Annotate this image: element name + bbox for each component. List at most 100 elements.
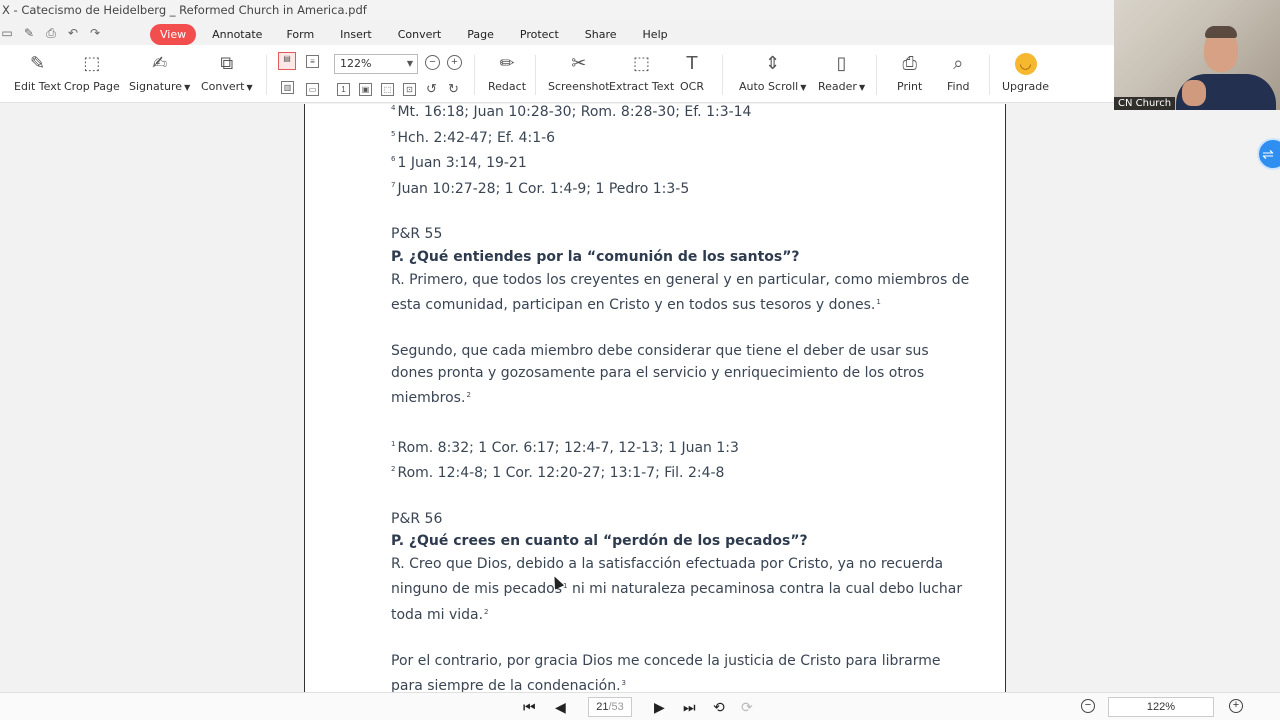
fit-width-icon[interactable]: ⬚ [381,83,394,96]
two-page-view-icon[interactable]: ▥ [281,81,294,94]
webcam-label: CN Church [1114,97,1176,110]
footnote-line: 61 Juan 3:14, 19-21 [391,155,527,171]
print-icon: ⎙ [902,53,917,74]
tab-convert[interactable]: Convert [398,24,442,45]
next-page-icon[interactable]: ▶ [654,699,665,715]
redo-icon[interactable]: ↷ [88,26,102,40]
tab-insert[interactable]: Insert [340,24,372,45]
print-button[interactable]: ⎙ Print [897,53,922,93]
tab-help[interactable]: Help [643,24,668,45]
zoom-select[interactable]: 122% ▼ [334,54,418,74]
single-page-view-icon[interactable]: ▤ [278,52,296,70]
open-icon[interactable]: ▭ [0,26,14,40]
page-break-icon[interactable]: ▭ [306,83,319,96]
tab-annotate[interactable]: Annotate [212,24,262,45]
document-viewport[interactable]: 4 Mt. 16:18; Juan 10:28-30; Rom. 8:28-30;… [0,104,1280,692]
paragraph-line: miembros.2 [391,390,471,406]
divider [266,55,267,95]
crop-page-icon: ⬚ [83,53,101,74]
zoom-level-input[interactable]: 122% [1108,697,1214,717]
paragraph-line: para siempre de la condenación.3 [391,678,626,692]
question-text: P. ¿Qué crees en cuanto al “perdón de lo… [391,533,808,549]
chevron-down-icon: ▼ [406,59,413,68]
page-number-input[interactable]: 21/53 [588,697,632,717]
pdf-reader-window: X - Catecismo de Heidelberg _ Reformed C… [0,0,1280,720]
ocr-button[interactable]: T OCR [680,53,704,93]
divider [989,55,990,95]
ribbon-toolbar: ✎ Edit Text ⬚ Crop Page ✍ Signature ▼ ⧉ C… [0,45,1114,103]
chevron-down-icon: ▼ [184,83,191,92]
answer-line: R. Creo que Dios, debido a la satisfacci… [391,556,944,572]
zoom-in-icon[interactable]: + [1229,699,1243,713]
chevron-down-icon: ▼ [858,83,866,92]
fit-page-icon[interactable]: ▣ [359,83,372,96]
footnote-line: 1 Rom. 8:32; 1 Cor. 6:17; 12:4-7, 12-13; … [391,440,739,456]
zoom-out-icon[interactable]: − [425,55,440,70]
tab-page[interactable]: Page [467,24,494,45]
question-text: P. ¿Qué entiendes por la “comunión de lo… [391,249,800,265]
extract-text-button[interactable]: ⬚ Extract Text [609,53,674,93]
next-view-icon[interactable]: ⟳ [741,699,753,715]
window-title: X - Catecismo de Heidelberg _ Reformed C… [0,0,1114,20]
status-bar: ⏮ ◀ 21/53 ▶ ⏭ ⟲ ⟳ − 122% + [0,692,1280,720]
tab-protect[interactable]: Protect [520,24,559,45]
tab-form[interactable]: Form [286,24,314,45]
convert-button[interactable]: ⧉ Convert ▼ [201,53,253,93]
paragraph-line: Segundo, que cada miembro debe considera… [391,343,929,359]
auto-scroll-button[interactable]: ⇕ Auto Scroll ▼ [739,53,806,93]
previous-view-icon[interactable]: ⟲ [713,699,725,715]
chevron-down-icon: ▼ [246,83,253,92]
upgrade-button[interactable]: ◡ Upgrade [1002,53,1049,93]
footnote-line: 5 Hch. 2:42-47; Ef. 4:1-6 [391,130,556,146]
answer-line: R. Primero, que todos los creyentes en g… [391,272,970,288]
redact-icon: ✏ [499,53,515,74]
footnote-line: 7 Juan 10:27-28; 1 Cor. 1:4-9; 1 Pedro 1:… [391,181,690,197]
signature-button[interactable]: ✍ Signature ▼ [129,53,190,93]
answer-line: toda mi vida.2 [391,607,489,623]
auto-scroll-icon: ⇕ [765,53,781,74]
undo-icon[interactable]: ↶ [66,26,80,40]
divider [535,55,536,95]
answer-line: ninguno de mis pecados1 ni mi naturaleza… [391,581,963,597]
previous-page-icon[interactable]: ◀ [555,699,566,715]
tab-view[interactable]: View [150,23,197,45]
first-page-icon[interactable]: ⏮ [523,699,536,715]
zoom-out-icon[interactable]: − [1081,699,1095,713]
zoom-in-icon[interactable]: + [447,55,462,70]
actual-size-icon[interactable]: 1 [337,83,350,96]
screenshot-button[interactable]: ✂ Screenshot [548,53,610,93]
paragraph-line: dones pronta y gozosamente para el servi… [391,365,925,381]
last-page-icon[interactable]: ⏭ [683,699,696,715]
reader-icon: ▯ [836,53,847,74]
footnote-line: 4 Mt. 16:18; Juan 10:28-30; Rom. 8:28-30;… [391,104,752,120]
print-quick-icon[interactable]: ⎙ [44,26,58,40]
upgrade-icon: ◡ [1014,53,1037,75]
find-icon: ⌕ [953,53,964,74]
divider [722,55,723,95]
redact-button[interactable]: ✏ Redact [488,53,526,93]
chevron-down-icon: ▼ [800,83,807,92]
fit-visible-icon[interactable]: ⊡ [403,83,416,96]
menu-bar: View Annotate Form Insert Convert Page P… [150,23,668,45]
save-icon[interactable]: ✎ [22,26,36,40]
crop-page-button[interactable]: ⬚ Crop Page [64,53,120,93]
quick-access-toolbar: ▭ ✎ ⎙ ↶ ↷ [0,24,102,42]
rotate-left-icon[interactable]: ↺ [425,82,438,96]
ocr-icon: T [686,53,698,74]
pdf-page: 4 Mt. 16:18; Juan 10:28-30; Rom. 8:28-30;… [304,104,1006,692]
reader-button[interactable]: ▯ Reader ▼ [818,53,865,93]
rotate-right-icon[interactable]: ↻ [447,82,460,96]
tab-share[interactable]: Share [585,24,617,45]
convert-icon: ⧉ [220,53,234,74]
signature-icon: ✍ [152,53,168,74]
edit-text-icon: ✎ [29,53,46,74]
section-heading: P&R 55 [391,226,443,242]
divider [876,55,877,95]
divider [474,55,475,95]
find-button[interactable]: ⌕ Find [947,53,970,93]
edit-text-button[interactable]: ✎ Edit Text [14,53,61,93]
extract-text-icon: ⬚ [633,53,651,74]
footnote-line: 2 Rom. 12:4-8; 1 Cor. 12:20-27; 13:1-7; F… [391,465,725,481]
continuous-view-icon[interactable]: ≡ [306,55,319,68]
section-heading: P&R 56 [391,511,443,527]
